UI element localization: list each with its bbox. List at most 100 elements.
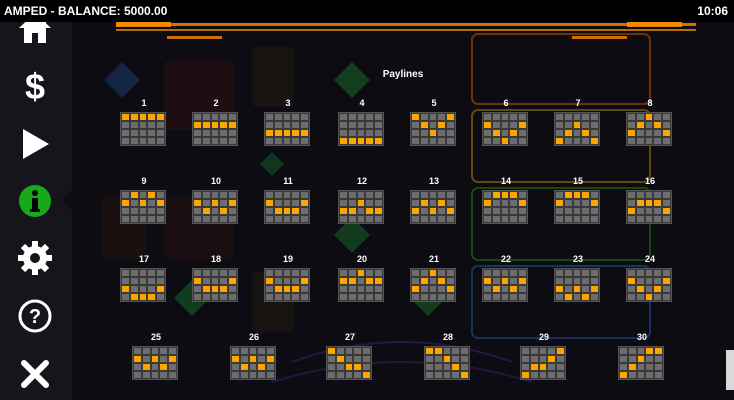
payline-cell-lit <box>645 200 653 206</box>
payline-cell <box>591 270 598 276</box>
payline-cell <box>412 130 419 136</box>
payline-cell-lit <box>266 278 273 284</box>
payline-cell <box>122 278 129 284</box>
payline-cell <box>645 286 653 292</box>
payline-cell <box>375 122 382 128</box>
payline-23: 23 <box>554 254 602 302</box>
play-button[interactable] <box>10 122 60 166</box>
payline-grid <box>192 112 238 146</box>
payline-cell-lit <box>229 200 236 206</box>
help-button[interactable]: ? <box>10 294 60 338</box>
payline-cell <box>194 286 201 292</box>
payline-cell <box>443 372 451 378</box>
payline-cell <box>628 200 635 206</box>
payline-cell <box>157 192 164 198</box>
payline-cell <box>434 372 442 378</box>
payline-cell-lit <box>582 294 590 300</box>
scrollbar-thumb[interactable] <box>726 350 734 390</box>
payline-cell <box>211 294 219 300</box>
payline-cell-lit <box>220 122 228 128</box>
payline-cell <box>292 114 300 120</box>
payline-cell <box>229 192 236 198</box>
payline-cell <box>412 200 419 206</box>
payline-grid <box>482 190 528 224</box>
payline-cell <box>348 294 356 300</box>
payline-18: 18 <box>192 254 240 302</box>
paylines-title: Paylines <box>382 69 424 80</box>
payline-cell <box>582 216 590 222</box>
payline-cell <box>636 216 644 222</box>
payline-cell <box>447 130 454 136</box>
payline-cell-lit <box>122 114 129 120</box>
payline-cell-lit <box>519 200 526 206</box>
payline-cell <box>348 200 356 206</box>
payline-cell <box>645 192 653 198</box>
payline-cell <box>510 278 518 284</box>
payline-cell <box>429 138 437 144</box>
payline-cell <box>151 348 159 354</box>
payline-cell <box>519 208 526 214</box>
payline-cell <box>266 286 273 292</box>
payline-cell <box>229 138 236 144</box>
payline-cell-lit <box>266 200 273 206</box>
payline-grid <box>482 268 528 302</box>
payline-cell-lit <box>354 364 362 370</box>
payline-cell <box>412 216 419 222</box>
close-button[interactable] <box>10 352 60 396</box>
payline-cell-lit <box>202 208 210 214</box>
paytable-button[interactable]: $ <box>10 64 60 108</box>
payline-cell <box>628 122 635 128</box>
payline-cell <box>348 270 356 276</box>
payline-cell-lit <box>301 278 308 284</box>
payline-cell <box>267 364 274 370</box>
payline-grid <box>520 346 566 380</box>
payline-cell <box>366 114 374 120</box>
payline-cell-lit <box>220 208 228 214</box>
payline-cell-lit <box>663 130 670 136</box>
payline-cell-lit <box>139 200 147 206</box>
payline-cell <box>202 216 210 222</box>
payline-cell-lit <box>211 122 219 128</box>
payline-cell <box>591 114 598 120</box>
payline-grid <box>120 268 166 302</box>
payline-cell-lit <box>130 294 138 300</box>
payline-cell <box>519 216 526 222</box>
payline-cell <box>160 348 168 354</box>
payline-cell <box>130 278 138 284</box>
payline-cell <box>130 200 138 206</box>
payline-cell <box>194 114 201 120</box>
payline-cell <box>636 138 644 144</box>
payline-cell-lit <box>620 372 627 378</box>
payline-cell-lit <box>591 286 598 292</box>
payline-cell <box>139 122 147 128</box>
payline-cell <box>348 286 356 292</box>
payline-cell <box>363 348 370 354</box>
payline-cell <box>519 130 526 136</box>
payline-cell <box>202 130 210 136</box>
clock: 10:06 <box>697 4 728 18</box>
payline-cell-lit <box>348 208 356 214</box>
payline-cell <box>202 138 210 144</box>
payline-cell <box>420 192 428 198</box>
payline-cell <box>426 372 433 378</box>
payline-number: 24 <box>644 254 655 264</box>
payline-cell-lit <box>519 122 526 128</box>
payline-cell-lit <box>139 114 147 120</box>
payline-cell <box>283 122 291 128</box>
payline-cell <box>357 208 365 214</box>
payline-cell-lit <box>573 122 581 128</box>
payline-grid <box>264 190 310 224</box>
payline-cell-lit <box>510 130 518 136</box>
payline-12: 12 <box>338 176 386 224</box>
payline-cell <box>122 122 129 128</box>
payline-cell <box>564 216 572 222</box>
payline-cell-lit <box>663 278 670 284</box>
settings-button[interactable] <box>10 236 60 280</box>
payline-cell-lit <box>348 278 356 284</box>
payline-cell <box>348 122 356 128</box>
payline-cell <box>139 270 147 276</box>
info-button[interactable] <box>10 179 60 223</box>
gear-icon <box>18 241 52 275</box>
payline-number: 7 <box>575 98 581 108</box>
payline-5: 5 <box>410 98 458 146</box>
